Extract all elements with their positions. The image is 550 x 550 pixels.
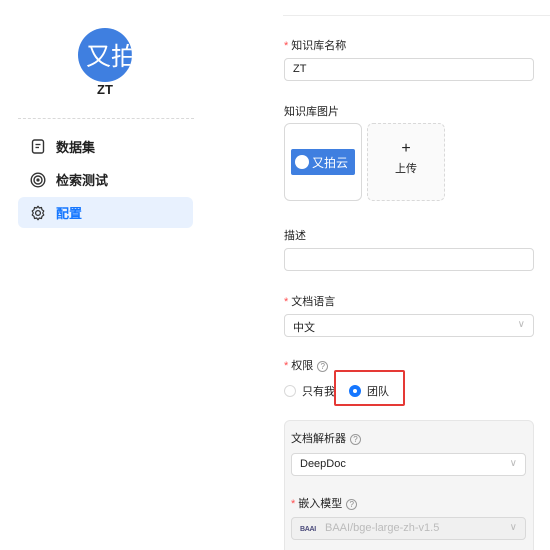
parser-select[interactable]: DeepDoc ∨ bbox=[291, 453, 526, 476]
kb-name-label: * 知识库名称 bbox=[284, 40, 347, 52]
logo-mark-icon bbox=[295, 155, 309, 169]
sidebar: 又拍 ZT 数据集 检索测试 配置 bbox=[0, 0, 200, 550]
kb-avatar: 又拍 bbox=[78, 28, 132, 82]
parser-value: DeepDoc bbox=[300, 458, 346, 470]
language-select[interactable]: 中文 ∨ bbox=[284, 314, 534, 337]
sidebar-item-label: 检索测试 bbox=[56, 173, 109, 188]
language-label: * 文档语言 bbox=[284, 296, 336, 308]
help-icon: ? bbox=[346, 498, 358, 510]
embedding-value: BAAI/bge-large-zh-v1.5 bbox=[324, 522, 440, 534]
upload-label: 上传 bbox=[395, 163, 417, 175]
upload-button[interactable]: + 上传 bbox=[367, 123, 445, 201]
sidebar-item-label: 配置 bbox=[56, 206, 83, 221]
parser-panel: 文档解析器? DeepDoc ∨ * 嵌入模型? BAAI BAAI/bge-la… bbox=[284, 420, 534, 550]
sidebar-item-retrieval-test[interactable]: 检索测试 bbox=[18, 164, 193, 195]
description-input[interactable] bbox=[284, 248, 534, 271]
kb-image-label: 知识库图片 bbox=[284, 106, 339, 118]
language-value: 中文 bbox=[293, 322, 315, 334]
embedding-select[interactable]: BAAI BAAI/bge-large-zh-v1.5 ∨ bbox=[291, 517, 526, 540]
kb-name-input[interactable]: ZT bbox=[284, 58, 534, 81]
chevron-down-icon: ∨ bbox=[509, 458, 517, 469]
chevron-down-icon: ∨ bbox=[509, 522, 517, 533]
description-label: 描述 bbox=[284, 230, 306, 242]
radio-only-me[interactable] bbox=[284, 385, 296, 397]
plus-icon: + bbox=[401, 140, 411, 157]
gear-icon bbox=[30, 205, 46, 221]
help-icon: ? bbox=[317, 360, 329, 372]
permission-label: * 权限? bbox=[284, 357, 329, 373]
upyun-logo: 又拍云 bbox=[291, 149, 355, 175]
kb-image-preview[interactable]: 又拍云 bbox=[284, 123, 362, 201]
parser-label: 文档解析器? bbox=[291, 430, 361, 446]
sidebar-item-config[interactable]: 配置 bbox=[18, 197, 193, 228]
radio-only-me-label: 只有我 bbox=[302, 386, 335, 398]
sidebar-item-dataset[interactable]: 数据集 bbox=[18, 131, 193, 162]
kb-title: ZT bbox=[97, 82, 113, 97]
file-icon bbox=[30, 139, 46, 155]
chevron-down-icon: ∨ bbox=[517, 319, 525, 330]
sidebar-divider bbox=[18, 118, 194, 119]
baai-logo-icon: BAAI bbox=[300, 526, 316, 533]
help-icon: ? bbox=[350, 433, 361, 445]
avatar-logo-text: 又拍 bbox=[86, 42, 132, 71]
config-form: * 知识库名称 ZT 知识库图片 又拍云 + 上传 描述 * 文档语言 中文 ∨ *… bbox=[284, 0, 550, 550]
sidebar-item-label: 数据集 bbox=[56, 140, 96, 155]
embedding-label: * 嵌入模型? bbox=[291, 495, 358, 511]
highlight-box bbox=[334, 370, 405, 406]
target-icon bbox=[30, 171, 46, 188]
